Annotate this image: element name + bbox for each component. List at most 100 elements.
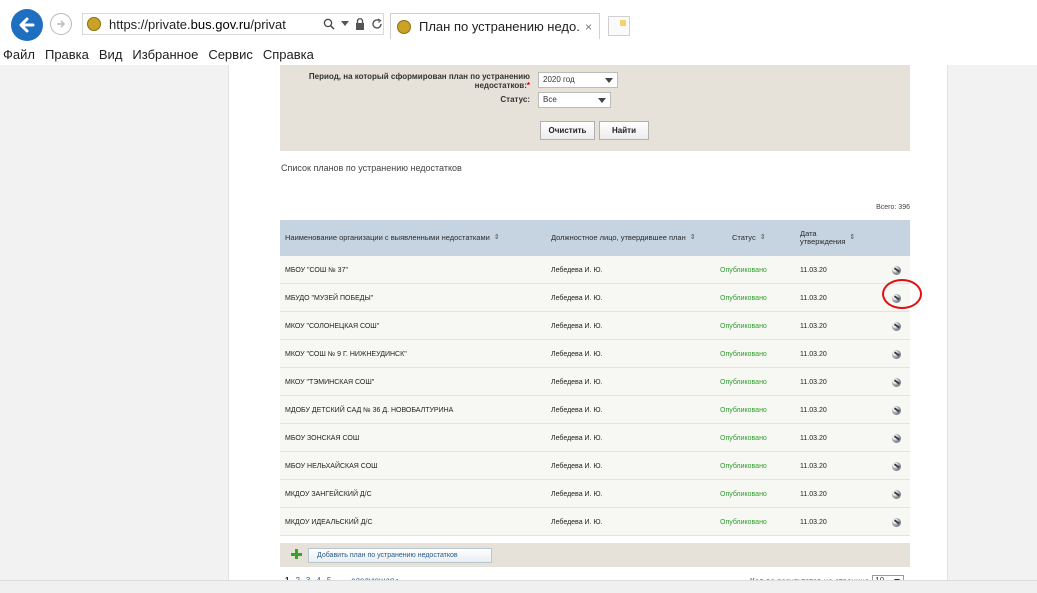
col-official[interactable]: Должностное лицо, утвердившее план ⇕ [551,220,696,256]
menu-tools[interactable]: Сервис [208,47,253,62]
status-text: Опубликовано [720,378,767,386]
menu-file[interactable]: Файл [3,47,35,62]
forward-button[interactable] [50,13,72,35]
edit-button[interactable] [890,508,902,536]
status-text: Опубликовано [720,266,767,274]
new-tab-button[interactable] [608,16,630,36]
menu-help[interactable]: Справка [263,47,314,62]
table-row: МКДОУ ИДЕАЛЬСКИЙ Д/С Лебедева И. Ю. Опуб… [280,508,910,536]
official-name: Лебедева И. Ю. [551,434,603,442]
pencil-icon [891,349,901,359]
pencil-icon [891,489,901,499]
plus-icon[interactable] [290,548,302,560]
official-name: Лебедева И. Ю. [551,266,603,274]
approval-date: 11.03.20 [800,518,827,526]
official-name: Лебедева И. Ю. [551,462,603,470]
status-bar [0,580,1037,593]
edit-button[interactable] [890,312,902,340]
org-name: МБОУ НЕЛЬХАЙСКАЯ СОШ [285,462,378,470]
official-name: Лебедева И. Ю. [551,518,603,526]
total-count: Всего: 396 [876,204,910,211]
table-row: МКОУ "СОШ № 9 Г. НИЖНЕУДИНСК" Лебедева И… [280,340,910,368]
approval-date: 11.03.20 [800,294,827,302]
official-name: Лебедева И. Ю. [551,406,603,414]
status-text: Опубликовано [720,322,767,330]
clear-button[interactable]: Очистить [540,121,595,140]
back-button[interactable] [11,9,43,41]
approval-date: 11.03.20 [800,266,827,274]
org-name: МБОУ ЗОНСКАЯ СОШ [285,434,360,442]
org-name: МКОУ "СОЛОНЕЦКАЯ СОШ" [285,322,380,330]
sort-icon[interactable]: ⇕ [849,234,855,242]
chevron-down-icon [598,98,606,103]
status-text: Опубликовано [720,518,767,526]
pencil-icon [891,517,901,527]
sort-icon[interactable]: ⇕ [494,234,500,242]
status-text: Опубликовано [720,294,767,302]
lock-icon[interactable] [355,18,365,30]
filter-panel: Период, на который сформирован план по у… [280,65,910,151]
edit-button[interactable] [890,396,902,424]
org-name: МБУДО "МУЗЕЙ ПОБЕДЫ" [285,294,374,302]
menu-bar: Файл Правка Вид Избранное Сервис Справка [0,44,1037,65]
edit-button[interactable] [890,424,902,452]
approval-date: 11.03.20 [800,406,827,414]
table-row: МБУДО "МУЗЕЙ ПОБЕДЫ" Лебедева И. Ю. Опуб… [280,284,910,312]
tab-close-icon[interactable]: × [585,20,592,34]
list-title: Список планов по устранению недостатков [281,163,462,173]
tab-title: План по устранению недо... [419,19,579,34]
highlight-circle [882,279,922,309]
status-select[interactable]: Все [538,92,611,108]
table-body: МБОУ "СОШ № 37" Лебедева И. Ю. Опубликов… [280,256,910,536]
menu-view[interactable]: Вид [99,47,123,62]
table-row: МКДОУ ЗАНГЕЙСКИЙ Д/С Лебедева И. Ю. Опуб… [280,480,910,508]
tab-emblem-icon [397,19,411,34]
dropdown-icon[interactable] [341,21,349,27]
approval-date: 11.03.20 [800,350,827,358]
col-org[interactable]: Наименование организации с выявленными н… [285,220,500,256]
arrow-right-icon [57,20,66,28]
col-date[interactable]: Дата утверждения ⇕ [800,220,855,256]
period-select[interactable]: 2020 год [538,72,618,88]
approval-date: 11.03.20 [800,322,827,330]
approval-date: 11.03.20 [800,378,827,386]
add-plan-button[interactable]: Добавить план по устранению недостатков [308,548,492,563]
edit-button[interactable] [890,368,902,396]
edit-button[interactable] [890,340,902,368]
org-name: МКДОУ ЗАНГЕЙСКИЙ Д/С [285,490,372,498]
sort-icon[interactable]: ⇕ [690,234,696,242]
official-name: Лебедева И. Ю. [551,378,603,386]
menu-favorites[interactable]: Избранное [132,47,198,62]
menu-edit[interactable]: Правка [45,47,89,62]
approval-date: 11.03.20 [800,490,827,498]
status-text: Опубликовано [720,462,767,470]
address-bar[interactable]: https://private.bus.gov.ru/privat [82,13,384,35]
approval-date: 11.03.20 [800,462,827,470]
pencil-icon [891,405,901,415]
edit-button[interactable] [890,452,902,480]
add-plan-bar: Добавить план по устранению недостатков [280,543,910,567]
pencil-icon [891,265,901,275]
browser-tab[interactable]: План по устранению недо... × [390,13,600,39]
arrow-left-icon [19,17,35,33]
status-text: Опубликовано [720,490,767,498]
status-text: Опубликовано [720,406,767,414]
org-name: МДОБУ ДЕТСКИЙ САД № 36 Д. НОВОБАЛТУРИНА [285,406,454,414]
col-status[interactable]: Статус ⇕ [732,220,766,256]
table-row: МБОУ НЕЛЬХАЙСКАЯ СОШ Лебедева И. Ю. Опуб… [280,452,910,480]
pencil-icon [891,321,901,331]
chevron-down-icon [605,78,613,83]
table-row: МБОУ ЗОНСКАЯ СОШ Лебедева И. Ю. Опублико… [280,424,910,452]
search-icon[interactable] [323,18,335,30]
official-name: Лебедева И. Ю. [551,322,603,330]
edit-button[interactable] [890,480,902,508]
official-name: Лебедева И. Ю. [551,490,603,498]
status-label: Статус: [500,95,530,104]
org-name: МБОУ "СОШ № 37" [285,266,348,274]
refresh-icon[interactable] [371,18,383,30]
table-row: МКОУ "СОЛОНЕЦКАЯ СОШ" Лебедева И. Ю. Опу… [280,312,910,340]
sort-icon[interactable]: ⇕ [760,234,766,242]
find-button[interactable]: Найти [599,121,649,140]
org-name: МКОУ "СОШ № 9 Г. НИЖНЕУДИНСК" [285,350,407,358]
table-row: МБОУ "СОШ № 37" Лебедева И. Ю. Опубликов… [280,256,910,284]
